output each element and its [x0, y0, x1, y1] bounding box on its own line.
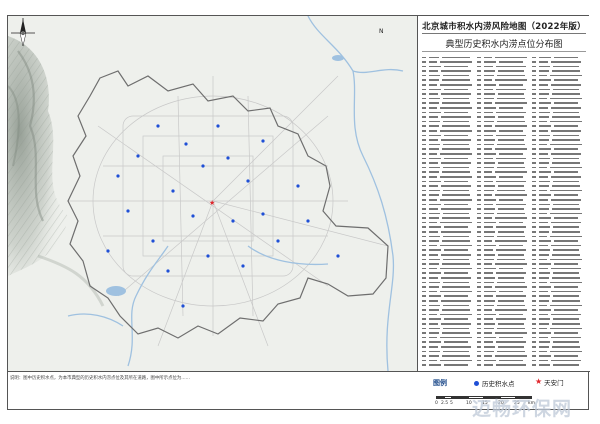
flood-point [206, 254, 210, 258]
flood-point [181, 304, 185, 308]
table-divider [422, 51, 586, 52]
legend-item-flood-point: 历史积水点 [474, 378, 515, 388]
map-canvas: ★ [8, 16, 417, 371]
flood-point [184, 142, 188, 146]
legend-heading: 图例 [433, 379, 447, 387]
flood-point [151, 239, 155, 243]
flood-point [116, 174, 120, 178]
flood-point [246, 179, 250, 183]
north-arrow-icon [11, 18, 35, 47]
flood-point [261, 139, 265, 143]
flood-point [296, 184, 300, 188]
scale-label: 10 [466, 401, 472, 406]
scale-label: 0 [435, 401, 438, 406]
flood-point [276, 239, 280, 243]
flood-point [156, 124, 160, 128]
title-divider [422, 33, 586, 34]
map-sheet: ★ N 北京城市积水内涝风险地图（2022年版） 典型历史积水内涝点位分布图 说… [7, 15, 590, 410]
flood-point [226, 156, 230, 160]
table-row [477, 363, 531, 368]
flood-point [241, 264, 245, 268]
watermark: 迈畅环保网 [472, 398, 573, 420]
map-title: 北京城市积水内涝风险地图（2022年版） [422, 22, 586, 32]
table-column [477, 55, 531, 367]
flood-point [201, 164, 205, 168]
flood-point [336, 254, 340, 258]
flood-point [231, 219, 235, 223]
scale-label: 5 [450, 401, 453, 406]
table-column [532, 55, 586, 367]
flood-point-table [422, 55, 586, 367]
map-note: 说明：图中历史积水点，为本市典型的历史积水内涝点位及其所在道路，图中所示点位为…… [10, 376, 191, 381]
map-subtitle: 典型历史积水内涝点位分布图 [445, 40, 563, 50]
scale-label: 2.5 [441, 401, 449, 406]
legend-label: 天安门 [544, 379, 564, 387]
table-column [422, 55, 476, 367]
flood-point [216, 124, 220, 128]
table-row [532, 363, 586, 368]
legend-item-tiananmen: ★ 天安门 [535, 377, 564, 388]
map-frame: ★ N [8, 16, 418, 371]
tiananmen-star-icon: ★ [209, 199, 215, 207]
title-panel: 北京城市积水内涝风险地图（2022年版） 典型历史积水内涝点位分布图 [418, 16, 590, 371]
blue-dot-icon [474, 380, 479, 386]
north-label: N [379, 28, 384, 35]
flood-point [261, 212, 265, 216]
flood-point [136, 154, 140, 158]
flood-point [126, 209, 130, 213]
red-star-icon: ★ [535, 377, 543, 386]
table-row [422, 363, 476, 368]
legend-label: 历史积水点 [482, 380, 515, 388]
flood-point [191, 214, 195, 218]
flood-point [306, 219, 310, 223]
flood-point [171, 189, 175, 193]
flood-point [166, 269, 170, 273]
flood-point [106, 249, 110, 253]
